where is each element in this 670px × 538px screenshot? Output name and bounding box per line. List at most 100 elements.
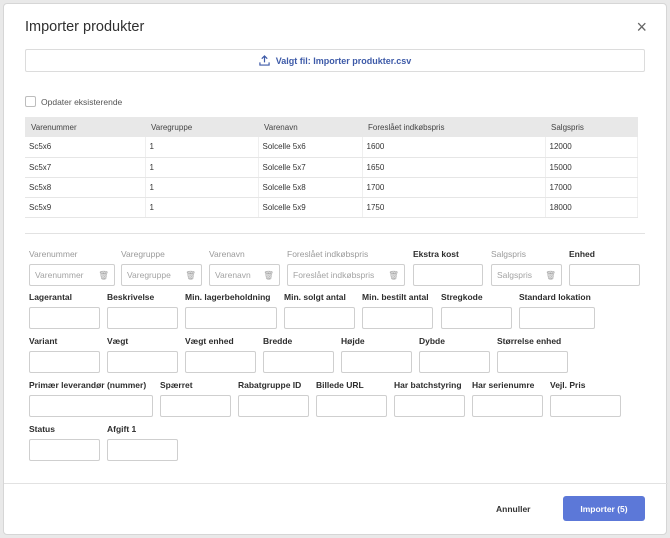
table-header-row: Varenummer Varegruppe Varenavn Foreslået… xyxy=(25,117,638,137)
field-label: Har serienumre xyxy=(472,380,535,390)
status-input[interactable] xyxy=(29,439,100,461)
field-stregkode: Stregkode xyxy=(441,292,512,329)
field-label: Primær leverandør (nummer) xyxy=(29,380,147,390)
spaerret-input[interactable] xyxy=(160,395,231,417)
mapped-value: Salgspris xyxy=(497,270,532,280)
field-label: Billede URL xyxy=(316,380,364,390)
table-cell: 1 xyxy=(145,197,259,218)
field-vaegt: Vægt xyxy=(107,336,178,373)
rabatgruppe-id-input[interactable] xyxy=(238,395,309,417)
variant-input[interactable] xyxy=(29,351,100,373)
billede-url-input[interactable] xyxy=(316,395,387,417)
hojde-input[interactable] xyxy=(341,351,412,373)
dybde-input[interactable] xyxy=(419,351,490,373)
mapped-input-varegruppe[interactable]: Varegruppe 🗑 xyxy=(121,264,202,286)
field-min-bestilt-antal: Min. bestilt antal xyxy=(362,292,433,329)
field-min-lagerbeholdning: Min. lagerbeholdning xyxy=(185,292,277,329)
field-label: Vægt enhed xyxy=(185,336,234,346)
field-label: Enhed xyxy=(569,249,595,259)
upload-icon xyxy=(259,55,270,66)
field-label: Højde xyxy=(341,336,365,346)
har-serienumre-input[interactable] xyxy=(472,395,543,417)
field-salgspris: Salgspris Salgspris 🗑 xyxy=(491,249,562,286)
selected-file-label: Valgt fil: Importer produkter.csv xyxy=(275,55,412,66)
table-row: Sc5x8 1 Solcelle 5x8 1700 17000 xyxy=(25,177,638,198)
vaegt-enhed-input[interactable] xyxy=(185,351,256,373)
field-label: Har batchstyring xyxy=(394,380,462,390)
har-batchstyring-input[interactable] xyxy=(394,395,465,417)
footer-divider xyxy=(4,483,668,484)
import-button[interactable]: Importer (5) xyxy=(563,496,645,521)
divider xyxy=(25,233,645,234)
mapped-input-varenavn[interactable]: Varenavn 🗑 xyxy=(209,264,280,286)
field-status: Status xyxy=(29,424,100,461)
field-primaer-leverandor: Primær leverandør (nummer) xyxy=(29,380,153,417)
column-header: Salgspris xyxy=(545,117,638,137)
table-cell: 1750 xyxy=(362,197,546,218)
beskrivelse-input[interactable] xyxy=(107,307,178,329)
storrelse-enhed-input[interactable] xyxy=(497,351,568,373)
field-standard-lokation: Standard lokation xyxy=(519,292,595,329)
field-billede-url: Billede URL xyxy=(316,380,387,417)
min-bestilt-antal-input[interactable] xyxy=(362,307,433,329)
min-lagerbeholdning-input[interactable] xyxy=(185,307,277,329)
field-varenavn: Varenavn Varenavn 🗑 xyxy=(209,249,280,286)
primaer-leverandor-input[interactable] xyxy=(29,395,153,417)
table-cell: 15000 xyxy=(545,157,638,178)
file-select-button[interactable]: Valgt fil: Importer produkter.csv xyxy=(25,49,645,72)
field-dybde: Dybde xyxy=(419,336,490,373)
field-enhed: Enhed xyxy=(569,249,640,286)
column-header: Varenavn xyxy=(258,117,362,137)
min-solgt-antal-input[interactable] xyxy=(284,307,355,329)
update-existing-checkbox[interactable]: Opdater eksisterende xyxy=(25,96,122,107)
field-storrelse-enhed: Størrelse enhed xyxy=(497,336,568,373)
cancel-button[interactable]: Annuller xyxy=(496,504,530,514)
field-label: Vægt xyxy=(107,336,129,346)
trash-icon[interactable]: 🗑 xyxy=(185,270,196,281)
table-cell: 12000 xyxy=(545,137,638,158)
mapped-value: Varenummer xyxy=(35,270,84,280)
table-cell: 18000 xyxy=(545,197,638,218)
mapped-input-varenummer[interactable]: Varenummer 🗑 xyxy=(29,264,115,286)
enhed-input[interactable] xyxy=(569,264,640,286)
ekstra-kost-input[interactable] xyxy=(413,264,483,286)
trash-icon[interactable]: 🗑 xyxy=(98,270,109,281)
field-foreslaet-indkobspris: Foreslået indkøbspris Foreslået indkøbsp… xyxy=(287,249,405,286)
field-label: Variant xyxy=(29,336,58,346)
trash-icon[interactable]: 🗑 xyxy=(263,270,274,281)
table-row: Sc5x9 1 Solcelle 5x9 1750 18000 xyxy=(25,197,638,218)
trash-icon[interactable]: 🗑 xyxy=(545,270,556,281)
field-label: Varenavn xyxy=(209,249,245,259)
standard-lokation-input[interactable] xyxy=(519,307,595,329)
lagerantal-input[interactable] xyxy=(29,307,100,329)
field-label: Stregkode xyxy=(441,292,483,302)
field-label: Salgspris xyxy=(491,249,526,259)
field-label: Lagerantal xyxy=(29,292,72,302)
bredde-input[interactable] xyxy=(263,351,334,373)
table-cell: Sc5x7 xyxy=(25,157,146,178)
field-ekstra-kost: Ekstra kost xyxy=(413,249,483,286)
field-har-batchstyring: Har batchstyring xyxy=(394,380,465,417)
table-cell: 1 xyxy=(145,137,259,158)
mapped-input-indkobspris[interactable]: Foreslået indkøbspris 🗑 xyxy=(287,264,405,286)
update-existing-label: Opdater eksisterende xyxy=(41,96,123,107)
field-variant: Variant xyxy=(29,336,100,373)
afgift-1-input[interactable] xyxy=(107,439,178,461)
table-cell: Solcelle 5x6 xyxy=(258,137,363,158)
trash-icon[interactable]: 🗑 xyxy=(388,270,399,281)
checkbox-box[interactable] xyxy=(25,96,36,107)
field-label: Status xyxy=(29,424,55,434)
mapped-input-salgspris[interactable]: Salgspris 🗑 xyxy=(491,264,562,286)
field-har-serienumre: Har serienumre xyxy=(472,380,543,417)
table-cell: Sc5x9 xyxy=(25,197,146,218)
vejl-pris-input[interactable] xyxy=(550,395,621,417)
field-hojde: Højde xyxy=(341,336,412,373)
field-label: Foreslået indkøbspris xyxy=(287,249,369,259)
stregkode-input[interactable] xyxy=(441,307,512,329)
table-cell: Solcelle 5x8 xyxy=(258,177,363,198)
vaegt-input[interactable] xyxy=(107,351,178,373)
field-label: Min. bestilt antal xyxy=(362,292,429,302)
mapped-value: Varenavn xyxy=(215,270,251,280)
field-label: Min. lagerbeholdning xyxy=(185,292,271,302)
close-icon[interactable]: × xyxy=(636,17,647,37)
